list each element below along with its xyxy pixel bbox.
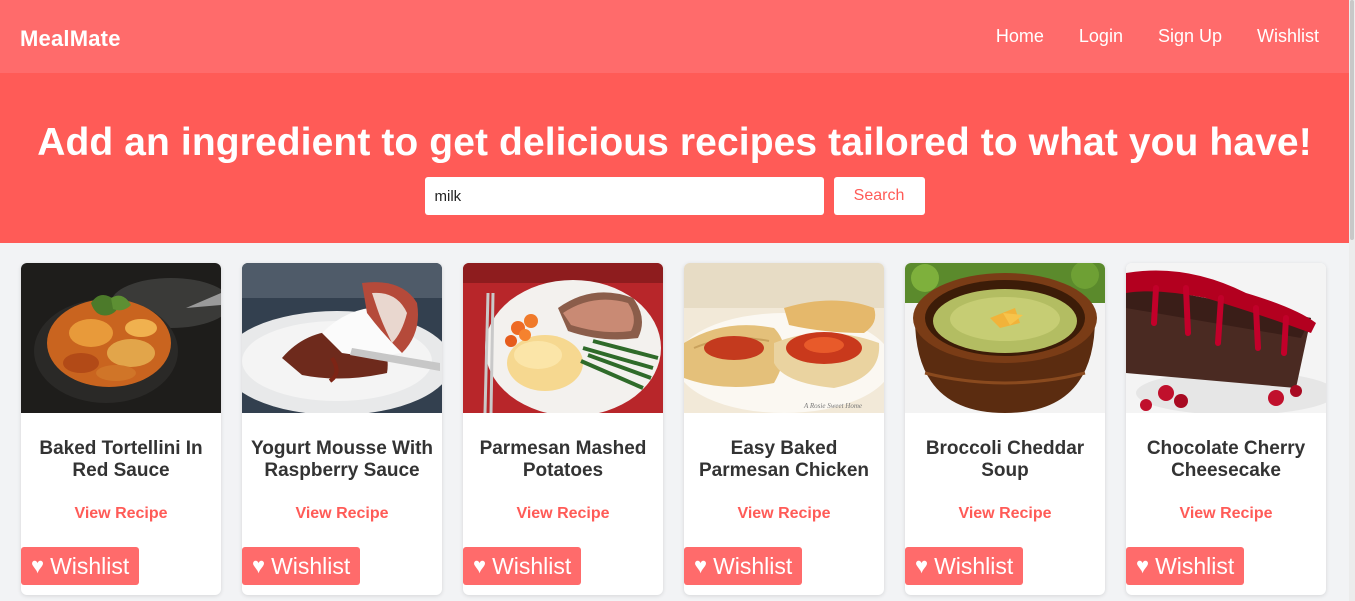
heart-icon: ♥ <box>1136 553 1150 578</box>
svg-text:A Rosie Sweet Home: A Rosie Sweet Home <box>803 402 862 410</box>
navbar: MealMate Home Login Sign Up Wishlist <box>0 0 1349 73</box>
recipe-title: Baked Tortellini In Red Sauce <box>39 438 203 481</box>
heart-icon: ♥ <box>473 553 487 578</box>
ingredient-search-input[interactable] <box>424 177 824 215</box>
view-recipe-link[interactable]: View Recipe <box>463 505 663 523</box>
wishlist-button-label: Wishlist <box>492 552 572 579</box>
recipe-image-chocolate-cherry-cheesecake[interactable] <box>1126 263 1326 413</box>
recipe-image-parmesan-mashed-potatoes[interactable] <box>463 263 663 413</box>
heart-icon: ♥ <box>915 553 929 578</box>
recipe-title: Yogurt Mousse With Raspberry Sauce <box>250 438 434 481</box>
view-recipe-link[interactable]: View Recipe <box>21 505 221 523</box>
recipe-image-yogurt-mousse[interactable] <box>242 263 442 413</box>
recipe-card: Chocolate Cherry Cheesecake View Recipe … <box>1126 263 1326 595</box>
wishlist-button-label: Wishlist <box>713 552 793 579</box>
recipe-card: Baked Tortellini In Red Sauce View Recip… <box>21 263 221 595</box>
brand-logo[interactable]: MealMate <box>20 26 121 52</box>
view-recipe-link[interactable]: View Recipe <box>684 505 884 523</box>
nav-links: Home Login Sign Up Wishlist <box>996 26 1319 47</box>
wishlist-button-label: Wishlist <box>271 552 351 579</box>
add-to-wishlist-button[interactable]: ♥ Wishlist <box>21 547 140 585</box>
view-recipe-link[interactable]: View Recipe <box>242 505 442 523</box>
recipe-title: Parmesan Mashed Potatoes <box>479 438 647 481</box>
hero-title: Add an ingredient to get delicious recip… <box>37 121 1312 164</box>
heart-icon: ♥ <box>252 553 266 578</box>
recipe-card: Parmesan Mashed Potatoes View Recipe ♥ W… <box>463 263 663 595</box>
search-button[interactable]: Search <box>833 177 925 215</box>
nav-link-home[interactable]: Home <box>996 26 1044 47</box>
view-recipe-link[interactable]: View Recipe <box>1126 505 1326 523</box>
heart-icon: ♥ <box>694 553 708 578</box>
recipe-image-broccoli-cheddar-soup[interactable] <box>905 263 1105 413</box>
add-to-wishlist-button[interactable]: ♥ Wishlist <box>463 547 582 585</box>
wishlist-button-label: Wishlist <box>1155 552 1235 579</box>
add-to-wishlist-button[interactable]: ♥ Wishlist <box>1126 547 1245 585</box>
recipe-image-parmesan-chicken[interactable]: A Rosie Sweet Home <box>684 263 884 413</box>
page-scrollbar[interactable] <box>1349 0 1355 601</box>
add-to-wishlist-button[interactable]: ♥ Wishlist <box>905 547 1024 585</box>
scrollbar-thumb[interactable] <box>1350 0 1354 240</box>
recipe-card: Yogurt Mousse With Raspberry Sauce View … <box>242 263 442 595</box>
recipe-title: Broccoli Cheddar Soup <box>925 438 1085 481</box>
recipe-card: A Rosie Sweet Home Easy Baked Parmesan C… <box>684 263 884 595</box>
recipe-cards: Baked Tortellini In Red Sauce View Recip… <box>0 243 1349 595</box>
recipe-card: Broccoli Cheddar Soup View Recipe ♥ Wish… <box>905 263 1105 595</box>
wishlist-button-label: Wishlist <box>50 552 130 579</box>
nav-link-signup[interactable]: Sign Up <box>1158 26 1222 47</box>
heart-icon: ♥ <box>31 553 45 578</box>
recipe-title: Easy Baked Parmesan Chicken <box>698 438 870 481</box>
wishlist-button-label: Wishlist <box>934 552 1014 579</box>
page: MealMate Home Login Sign Up Wishlist Add… <box>0 0 1349 601</box>
recipe-image-baked-tortellini[interactable] <box>21 263 221 413</box>
hero: Add an ingredient to get delicious recip… <box>0 73 1349 243</box>
nav-link-login[interactable]: Login <box>1079 26 1123 47</box>
search-row: Search <box>424 177 925 215</box>
add-to-wishlist-button[interactable]: ♥ Wishlist <box>242 547 361 585</box>
add-to-wishlist-button[interactable]: ♥ Wishlist <box>684 547 803 585</box>
nav-link-wishlist[interactable]: Wishlist <box>1257 26 1319 47</box>
recipe-title: Chocolate Cherry Cheesecake <box>1146 438 1306 481</box>
view-recipe-link[interactable]: View Recipe <box>905 505 1105 523</box>
